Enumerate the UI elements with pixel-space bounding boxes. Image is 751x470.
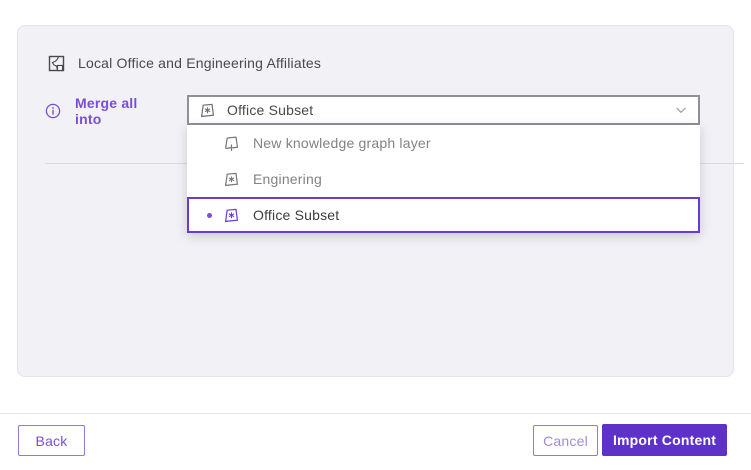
cancel-button-label: Cancel — [543, 433, 588, 449]
source-layer-label: Local Office and Engineering Affiliates — [78, 55, 321, 71]
merge-all-into-label: Merge all into — [75, 95, 167, 127]
cancel-button[interactable]: Cancel — [533, 425, 598, 456]
merge-row: Merge all into — [45, 96, 167, 126]
merge-target-dropdown: New knowledge graph layer Enginering — [187, 125, 700, 233]
chevron-down-icon — [674, 103, 688, 117]
dropdown-option-new-knowledge-graph-layer[interactable]: New knowledge graph layer — [187, 125, 700, 161]
source-layer-row: Local Office and Engineering Affiliates — [48, 53, 321, 73]
selected-dot — [207, 177, 212, 182]
knowledge-graph-layer-icon — [199, 102, 216, 119]
import-content-button[interactable]: Import Content — [602, 424, 727, 456]
merge-target-select[interactable]: Office Subset — [187, 95, 700, 125]
new-knowledge-graph-layer-icon — [223, 135, 240, 152]
dropdown-option-office-subset[interactable]: Office Subset — [187, 197, 700, 233]
info-icon[interactable] — [45, 103, 61, 119]
back-button-label: Back — [36, 433, 68, 449]
dropdown-option-label: Enginering — [253, 171, 322, 187]
select-layer-icon — [48, 55, 65, 72]
dropdown-option-label: Office Subset — [253, 207, 339, 223]
dropdown-option-enginering[interactable]: Enginering — [187, 161, 700, 197]
import-content-button-label: Import Content — [613, 432, 716, 448]
footer-divider — [0, 413, 751, 414]
selected-dot — [207, 141, 212, 146]
select-value: Office Subset — [227, 102, 663, 118]
knowledge-graph-layer-icon — [223, 207, 240, 224]
knowledge-graph-layer-icon — [223, 171, 240, 188]
back-button[interactable]: Back — [18, 425, 85, 456]
dropdown-option-label: New knowledge graph layer — [253, 135, 431, 151]
selected-dot — [207, 213, 212, 218]
